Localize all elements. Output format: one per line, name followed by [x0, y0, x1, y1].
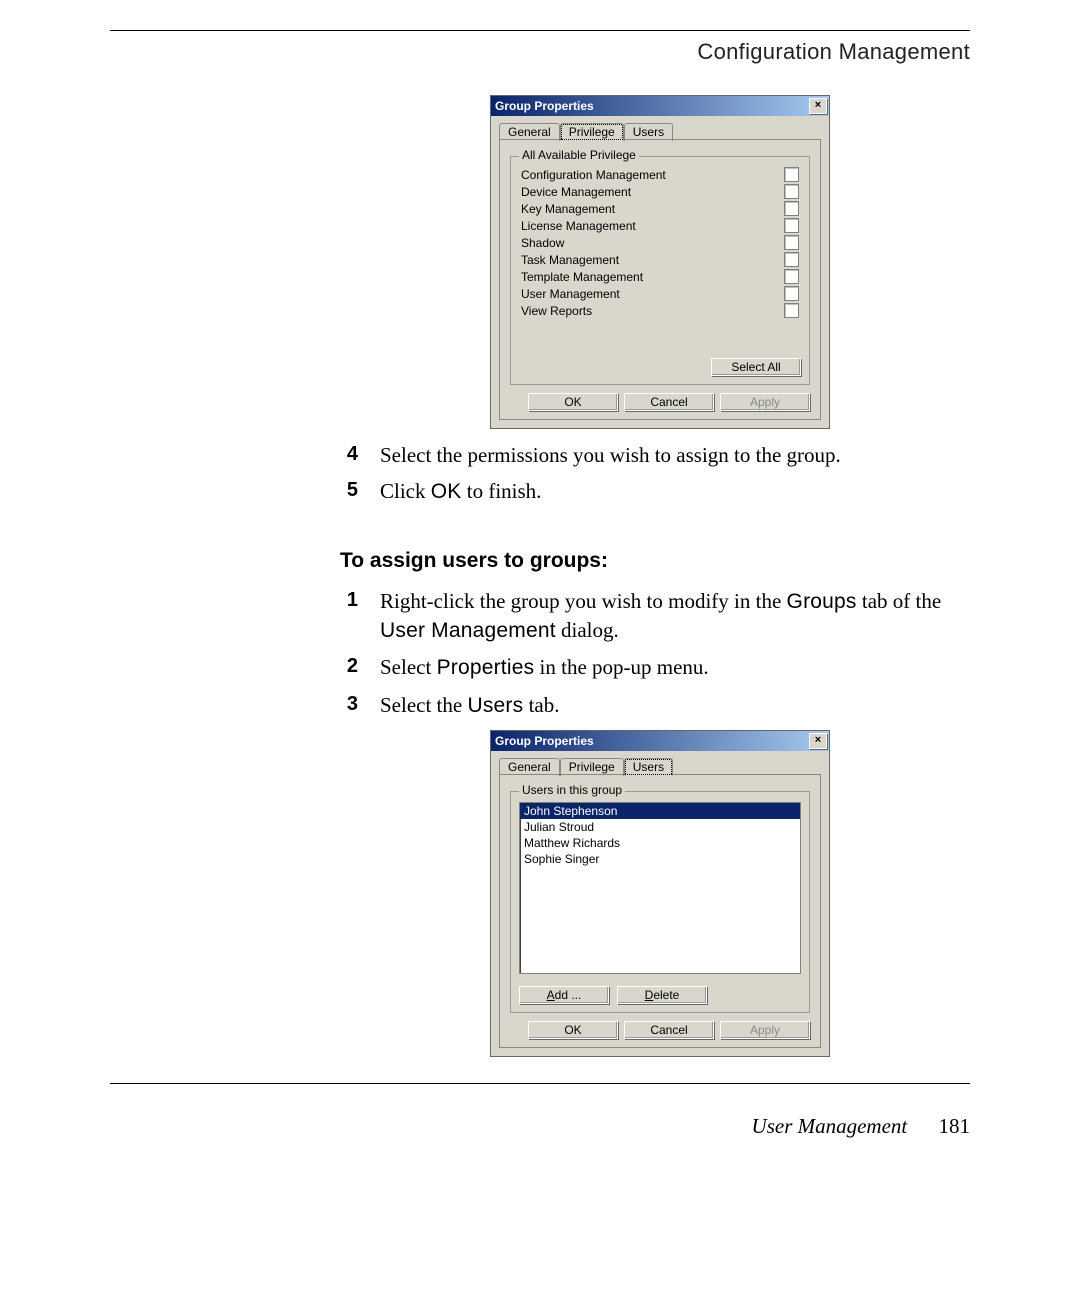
delete-button[interactable]: Delete: [617, 986, 707, 1004]
step-4: 4 Select the permissions you wish to ass…: [340, 441, 970, 469]
privilege-label: Task Management: [521, 253, 619, 267]
privilege-label: Configuration Management: [521, 168, 666, 182]
text: dd ...: [555, 988, 582, 1002]
list-item[interactable]: Sophie Singer: [520, 851, 800, 867]
privilege-label: Template Management: [521, 270, 643, 284]
privilege-checkbox[interactable]: [784, 269, 799, 284]
list-item[interactable]: Julian Stroud: [520, 819, 800, 835]
dialog-title: Group Properties: [495, 99, 594, 113]
privilege-checkbox[interactable]: [784, 235, 799, 250]
text: Right-click the group you wish to modify…: [380, 589, 787, 613]
dialog-titlebar: Group Properties ×: [491, 96, 829, 116]
step-text: Select Properties in the pop-up menu.: [380, 653, 970, 682]
tab-users[interactable]: Users: [624, 758, 673, 776]
close-icon[interactable]: ×: [809, 733, 827, 749]
page-footer: User Management 181: [110, 1114, 970, 1139]
privilege-label: Device Management: [521, 185, 631, 199]
step-number: 4: [340, 441, 358, 469]
chapter-header: Configuration Management: [110, 39, 970, 65]
ui-term: OK: [431, 480, 462, 503]
step-text: Right-click the group you wish to modify…: [380, 587, 970, 646]
privilege-checkbox[interactable]: [784, 252, 799, 267]
privilege-label: Shadow: [521, 236, 564, 250]
group-properties-figure-users: Group Properties × General Privilege Use…: [490, 730, 830, 1057]
privilege-checkbox[interactable]: [784, 218, 799, 233]
footer-section: User Management: [752, 1114, 908, 1138]
ui-term: Users: [467, 694, 523, 717]
text: Select: [380, 655, 437, 679]
users-listbox[interactable]: John Stephenson Julian Stroud Matthew Ri…: [519, 802, 801, 974]
step-5: 5 Click OK to finish.: [340, 477, 970, 506]
step-number: 3: [340, 691, 358, 720]
groupbox-legend: All Available Privilege: [519, 148, 639, 162]
list-item[interactable]: Matthew Richards: [520, 835, 800, 851]
ui-term: Groups: [787, 590, 857, 613]
step-number: 5: [340, 477, 358, 506]
text: to finish.: [462, 479, 542, 503]
step-text: Click OK to finish.: [380, 477, 970, 506]
step-text: Select the permissions you wish to assig…: [380, 441, 970, 469]
text: elete: [653, 988, 679, 1002]
privilege-checkbox[interactable]: [784, 184, 799, 199]
tab-privilege[interactable]: Privilege: [560, 123, 624, 141]
privilege-label: Key Management: [521, 202, 615, 216]
cancel-button[interactable]: Cancel: [624, 1021, 714, 1039]
bottom-rule: [110, 1083, 970, 1084]
ui-term: User Management: [380, 619, 556, 642]
privilege-label: User Management: [521, 287, 620, 301]
privilege-checkbox[interactable]: [784, 303, 799, 318]
privilege-label: License Management: [521, 219, 636, 233]
add-button[interactable]: Add ...: [519, 986, 609, 1004]
apply-button[interactable]: Apply: [720, 393, 810, 411]
step-text: Select the Users tab.: [380, 691, 970, 720]
cancel-button[interactable]: Cancel: [624, 393, 714, 411]
dialog-title: Group Properties: [495, 734, 594, 748]
close-icon[interactable]: ×: [809, 98, 827, 114]
ui-term: Properties: [437, 656, 535, 679]
subheading: To assign users to groups:: [340, 549, 970, 573]
groupbox-legend: Users in this group: [519, 783, 625, 797]
ok-button[interactable]: OK: [528, 393, 618, 411]
page-number: 181: [939, 1114, 971, 1138]
ok-button[interactable]: OK: [528, 1021, 618, 1039]
group-properties-figure-privilege: Group Properties × General Privilege Use…: [490, 95, 830, 429]
step-2: 2 Select Properties in the pop-up menu.: [340, 653, 970, 682]
privilege-checkbox[interactable]: [784, 167, 799, 182]
select-all-button[interactable]: Select All: [711, 358, 801, 376]
dialog-titlebar: Group Properties ×: [491, 731, 829, 751]
step-number: 1: [340, 587, 358, 646]
step-3: 3 Select the Users tab.: [340, 691, 970, 720]
text: tab.: [523, 693, 559, 717]
text: dialog.: [556, 618, 619, 642]
step-number: 2: [340, 653, 358, 682]
privilege-checkbox[interactable]: [784, 201, 799, 216]
text: Click: [380, 479, 431, 503]
privilege-checkbox[interactable]: [784, 286, 799, 301]
list-item[interactable]: John Stephenson: [520, 803, 800, 819]
text: Select the: [380, 693, 467, 717]
step-1: 1 Right-click the group you wish to modi…: [340, 587, 970, 646]
text: tab of the: [857, 589, 942, 613]
top-rule: [110, 30, 970, 31]
privilege-list: Configuration Management Device Manageme…: [519, 167, 801, 318]
privilege-label: View Reports: [521, 304, 592, 318]
apply-button[interactable]: Apply: [720, 1021, 810, 1039]
text: in the pop-up menu.: [534, 655, 708, 679]
